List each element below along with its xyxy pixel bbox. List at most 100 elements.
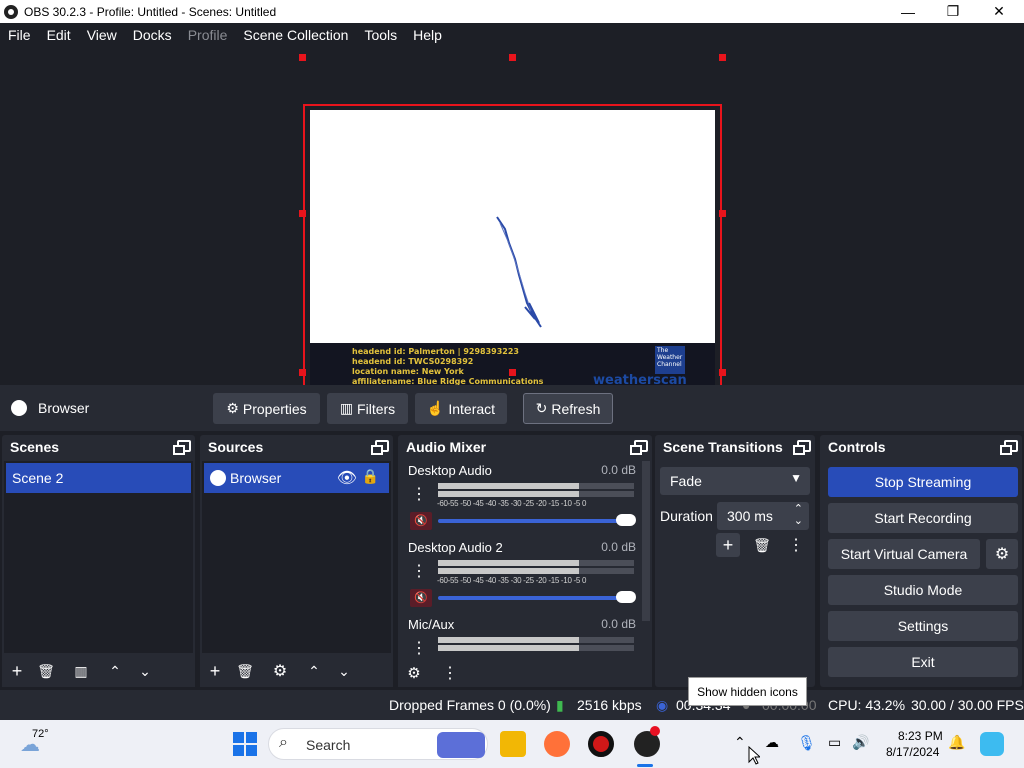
trash-icon[interactable]: 🗑 [750,533,774,557]
window-title: OBS 30.2.3 - Profile: Untitled - Scenes:… [24,4,277,19]
controls-dock: Controls Stop Streaming Start Recording … [820,435,1022,687]
transition-menu-icon[interactable]: ⋮ [784,533,808,557]
tooltip: Show hidden icons [688,677,807,706]
close-button[interactable]: ✕ [976,0,1022,23]
channel-menu-icon[interactable]: ⋮ [410,562,428,582]
resize-handle[interactable] [719,210,726,217]
refresh-label: Refresh [551,400,601,417]
stop-streaming-button[interactable]: Stop Streaming [828,467,1018,497]
dropdown-arrow-icon: ▼ [790,471,802,485]
volume-slider[interactable] [438,591,636,603]
resize-handle[interactable] [299,54,306,61]
spin-down-icon[interactable]: ⌄ [794,514,803,527]
exit-button[interactable]: Exit [828,647,1018,677]
add-transition-icon[interactable]: + [716,533,740,557]
undock-icon[interactable] [793,440,811,455]
lock-icon[interactable]: 🔒 [362,468,379,485]
duration-label: Duration [660,508,713,524]
preview-area[interactable]: headend id: Palmerton | 9298393223 heade… [0,47,1024,419]
title-bar: OBS 30.2.3 - Profile: Untitled - Scenes:… [0,0,1024,23]
taskbar-search[interactable]: ⌕ Search [268,728,488,760]
start-virtual-camera-button[interactable]: Start Virtual Camera [828,539,980,569]
maximize-button[interactable]: ❐ [930,0,976,23]
trash-icon[interactable]: 🗑 [34,659,58,683]
channel-menu-icon[interactable]: ⋮ [410,485,428,505]
slider-knob[interactable] [616,514,636,526]
sources-footer: + 🗑 ⚙ ⌃ ⌄ [200,655,393,687]
mixer-scrollbar[interactable] [642,461,650,621]
channel-menu-icon[interactable]: ⋮ [410,639,428,655]
slider-knob[interactable] [616,591,636,603]
meter-ticks: -60-55 -50 -45 -40 -35 -30 -25 -20 -15 -… [437,499,587,508]
channel-name: Desktop Audio 2 [408,540,503,555]
menu-profile[interactable]: Profile [180,27,236,43]
chevron-up-icon[interactable]: ⌃ [103,659,127,683]
filters-label: Filters [357,400,396,417]
weather-temp[interactable]: 72° [32,728,49,740]
scenes-title: Scenes [10,439,60,455]
eye-icon[interactable]: 👁 [337,468,357,488]
volume-slider[interactable] [438,514,636,526]
studio-mode-button[interactable]: Studio Mode [828,575,1018,605]
channel-name: Desktop Audio [408,463,492,478]
channel-db: 0.0 dB [601,617,636,631]
settings-button[interactable]: Settings [828,611,1018,641]
undock-icon[interactable] [371,440,389,455]
resize-handle[interactable] [719,54,726,61]
resize-handle[interactable] [719,369,726,376]
signal-bars-icon: ▮ [556,697,564,713]
windows-start-icon[interactable] [232,731,258,757]
menu-view[interactable]: View [79,27,125,43]
interact-button[interactable]: ☝ Interact [415,393,507,424]
undock-icon[interactable] [630,440,648,455]
speaker-muted-icon[interactable]: 🔇 [410,589,432,607]
source-item[interactable]: Browser 👁 🔒 [204,463,389,493]
resize-handle[interactable] [299,210,306,217]
menu-help[interactable]: Help [405,27,450,43]
transition-select[interactable]: Fade ▼ [660,467,810,495]
gear-icon[interactable]: ⚙ [268,659,292,683]
menu-tools[interactable]: Tools [356,27,405,43]
scene-filter-icon[interactable]: ▥ [69,659,93,683]
scene-item[interactable]: Scene 2 [6,463,191,493]
menu-docks[interactable]: Docks [125,27,180,43]
undock-icon[interactable] [1000,440,1018,455]
chevron-down-icon[interactable]: ⌄ [133,659,157,683]
chevron-up-icon[interactable]: ⌃ [302,659,326,683]
clock-date[interactable]: 8/17/2024 [886,745,939,759]
channel-db: 0.0 dB [601,463,636,477]
scenes-footer: + 🗑 ▥ ⌃ ⌄ [2,655,195,687]
speaker-muted-icon[interactable]: 🔇 [410,512,432,530]
chevron-down-icon[interactable]: ⌄ [332,659,356,683]
channel-db: 0.0 dB [601,540,636,554]
mixer-title: Audio Mixer [406,439,487,455]
advanced-audio-gear-icon[interactable]: ⚙ [402,661,426,685]
resize-handle[interactable] [509,369,516,376]
menu-scene-collection[interactable]: Scene Collection [235,27,356,43]
resize-handle[interactable] [509,54,516,61]
sources-list: Browser 👁 🔒 [202,461,391,653]
context-source-name: Browser [38,400,90,416]
properties-button[interactable]: ⚙ Properties [213,393,320,424]
undock-icon[interactable] [173,440,191,455]
resize-handle[interactable] [299,369,306,376]
start-recording-button[interactable]: Start Recording [828,503,1018,533]
minimize-button[interactable]: — [885,0,931,23]
menu-file[interactable]: File [0,27,39,43]
filters-button[interactable]: ▥ Filters [327,393,408,424]
trash-icon[interactable]: 🗑 [233,659,257,683]
virtual-camera-gear-icon[interactable]: ⚙ [986,539,1018,569]
channel-name: Mic/Aux [408,617,455,632]
hand-pointer-icon: ☝ [426,400,445,416]
duration-spinbox[interactable]: 300 ms ⌃ ⌄ [717,502,809,530]
add-scene-icon[interactable]: + [5,659,29,683]
add-source-icon[interactable]: + [203,659,227,683]
menu-edit[interactable]: Edit [39,27,79,43]
mixer-footer: ⚙ ⋮ [398,657,652,687]
ticker-line: location name: New York [352,367,464,376]
mixer-menu-icon[interactable]: ⋮ [438,661,462,685]
dropped-frames: Dropped Frames 0 (0.0%) [389,697,551,713]
refresh-button[interactable]: ↻ Refresh [523,393,613,424]
clock-time[interactable]: 8:23 PM [898,729,943,743]
meter-fill [438,491,580,497]
